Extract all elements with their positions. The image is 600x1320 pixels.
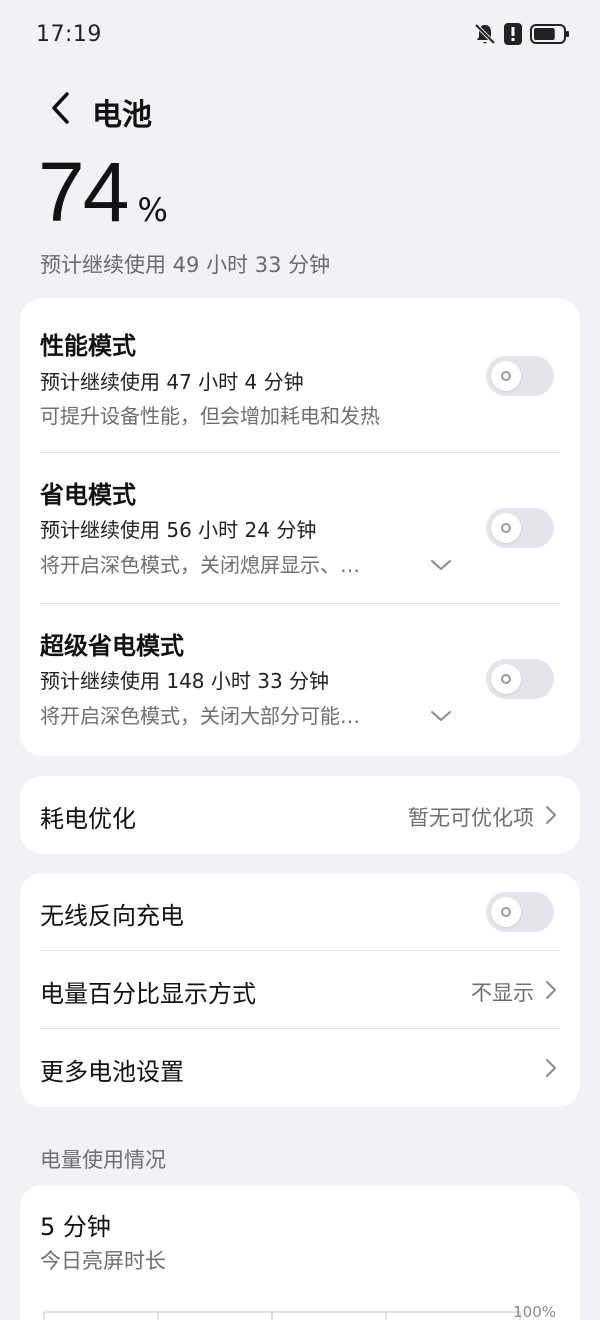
mode-title: 超级省电模式 [40, 632, 184, 660]
status-bar: 17:19 [0, 0, 600, 74]
wireless-reverse-charging-row[interactable]: 无线反向充电 [20, 873, 580, 951]
chevron-right-icon [544, 1057, 558, 1079]
battery-level: 74 % [38, 150, 168, 234]
row-value: 不显示 [471, 981, 534, 1005]
wireless-reverse-charging-toggle[interactable] [486, 892, 554, 932]
battery-fill [534, 28, 555, 40]
row-label: 无线反向充电 [40, 902, 184, 930]
section-title-usage: 电量使用情况 [40, 1148, 166, 1172]
chart-axis-label: 100% [513, 1303, 556, 1320]
back-arrow-icon [49, 91, 71, 129]
power-optimization-row[interactable]: 耗电优化 暂无可优化项 [20, 776, 580, 854]
page-title: 电池 [92, 98, 152, 133]
battery-icon [530, 23, 570, 45]
row-value: 暂无可优化项 [408, 806, 534, 830]
mode-estimate: 预计继续使用 56 小时 24 分钟 [40, 518, 317, 542]
performance-mode-toggle[interactable] [486, 356, 554, 396]
toggle-knob [491, 361, 521, 391]
battery-settings-card: 无线反向充电 电量百分比显示方式 不显示 更多电池设置 [20, 873, 580, 1107]
alert-icon [504, 22, 522, 46]
expand-chevron-icon[interactable] [428, 555, 454, 575]
screen-time-caption: 今日亮屏时长 [40, 1249, 166, 1273]
optimization-card: 耗电优化 暂无可优化项 [20, 776, 580, 854]
battery-percent-sign: % [137, 191, 168, 229]
screen-time-value: 5 分钟 [40, 1213, 111, 1241]
status-time: 17:19 [36, 22, 102, 47]
row-label: 更多电池设置 [40, 1058, 184, 1086]
battery-estimate: 预计继续使用 49 小时 33 分钟 [40, 253, 331, 277]
toggle-knob [491, 664, 521, 694]
mode-estimate: 预计继续使用 148 小时 33 分钟 [40, 669, 330, 693]
chevron-right-icon [544, 979, 558, 1001]
usage-chart [42, 1305, 562, 1320]
super-power-saving-mode-toggle[interactable] [486, 659, 554, 699]
status-icons [474, 22, 570, 46]
more-battery-settings-row[interactable]: 更多电池设置 [20, 1029, 580, 1107]
chevron-right-icon [544, 804, 558, 826]
power-modes-card: 性能模式 预计继续使用 47 小时 4 分钟 可提升设备性能，但会增加耗电和发热… [20, 298, 580, 756]
bell-muted-icon [474, 22, 496, 46]
mode-estimate: 预计继续使用 47 小时 4 分钟 [40, 370, 304, 394]
row-label: 耗电优化 [40, 805, 136, 833]
super-power-saving-mode-item[interactable]: 超级省电模式 预计继续使用 148 小时 33 分钟 将开启深色模式，关闭大部分… [20, 604, 580, 756]
mode-description: 将开启深色模式，关闭熄屏显示、… [40, 553, 360, 577]
power-saving-mode-toggle[interactable] [486, 508, 554, 548]
battery-percentage: 74 [38, 145, 129, 239]
toggle-knob [491, 897, 521, 927]
page-header: 电池 [0, 82, 600, 138]
mode-description: 可提升设备性能，但会增加耗电和发热 [40, 404, 380, 428]
expand-chevron-icon[interactable] [428, 706, 454, 726]
row-label: 电量百分比显示方式 [40, 980, 256, 1008]
back-button[interactable] [40, 88, 80, 132]
mode-title: 性能模式 [40, 332, 136, 360]
mode-title: 省电模式 [40, 481, 136, 509]
percentage-display-row[interactable]: 电量百分比显示方式 不显示 [20, 951, 580, 1029]
mode-description: 将开启深色模式，关闭大部分可能… [40, 704, 360, 728]
toggle-knob [491, 513, 521, 543]
performance-mode-item[interactable]: 性能模式 预计继续使用 47 小时 4 分钟 可提升设备性能，但会增加耗电和发热 [20, 298, 580, 452]
power-saving-mode-item[interactable]: 省电模式 预计继续使用 56 小时 24 分钟 将开启深色模式，关闭熄屏显示、… [20, 453, 580, 603]
usage-card: 5 分钟 今日亮屏时长 100% [20, 1185, 580, 1320]
